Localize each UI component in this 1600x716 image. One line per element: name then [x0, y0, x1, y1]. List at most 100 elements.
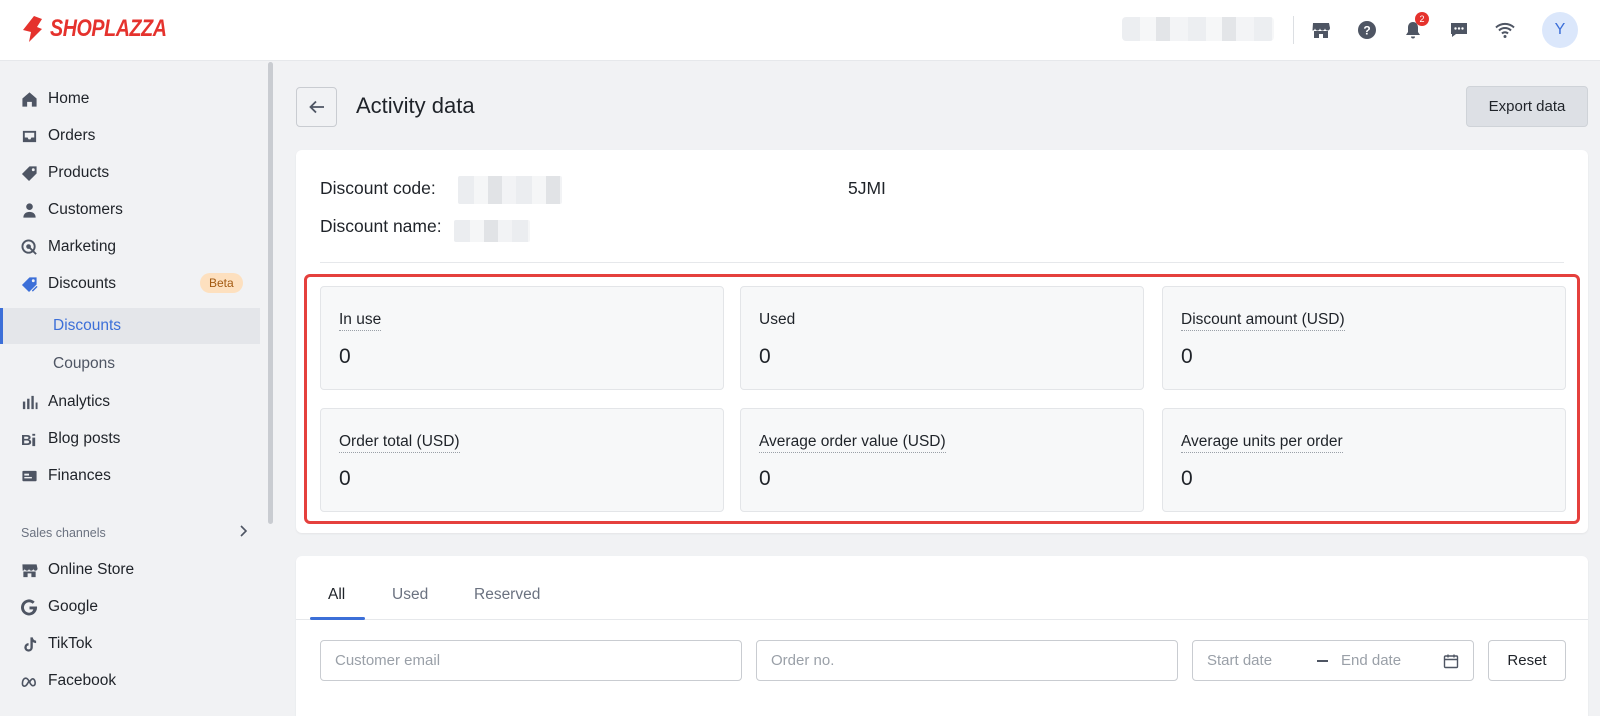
sidebar-scrollbar[interactable]	[268, 62, 273, 524]
meta-icon	[20, 672, 38, 690]
sidebar-item-label: Products	[48, 164, 110, 181]
sidebar-subitem-coupons[interactable]: Coupons	[0, 346, 260, 382]
stat-used: Used 0	[740, 286, 1144, 390]
stat-value: 0	[1181, 345, 1193, 368]
sidebar-item-label: Customers	[48, 201, 123, 218]
sidebar-item-blog-posts[interactable]: B Blog posts	[0, 421, 260, 457]
order-number-input[interactable]	[756, 640, 1178, 681]
stat-value: 0	[759, 467, 771, 490]
sidebar-channel-facebook[interactable]: Facebook	[0, 663, 260, 699]
chevron-right-icon[interactable]	[236, 524, 250, 538]
target-icon	[20, 238, 38, 256]
stat-value: 0	[1181, 467, 1193, 490]
bell-icon[interactable]: 2	[1401, 12, 1429, 42]
reset-button[interactable]: Reset	[1488, 640, 1566, 681]
bar-chart-icon	[20, 393, 38, 411]
stat-in-use: In use 0	[320, 286, 724, 390]
store-icon	[20, 561, 38, 579]
discount-code-row: Discount code:	[320, 178, 436, 199]
sidebar-subitem-label: Discounts	[53, 317, 122, 334]
stat-label: Order total (USD)	[339, 433, 460, 453]
card-divider	[320, 262, 1564, 263]
tiktok-icon	[20, 635, 38, 653]
sidebar-item-label: Finances	[48, 467, 111, 484]
person-icon	[20, 201, 38, 219]
stat-value: 0	[759, 345, 771, 368]
svg-text:?: ?	[1363, 24, 1370, 38]
stat-label: Discount amount (USD)	[1181, 311, 1345, 331]
sidebar-item-label: Home	[48, 90, 90, 107]
sidebar-item-label: Google	[48, 598, 98, 615]
sidebar-item-analytics[interactable]: Analytics	[0, 384, 260, 420]
avatar[interactable]: Y	[1542, 12, 1578, 48]
calendar-icon[interactable]	[1443, 653, 1459, 669]
sidebar-item-label: Discounts	[48, 275, 117, 292]
discount-tag-icon	[20, 275, 38, 293]
sidebar-channel-google[interactable]: Google	[0, 589, 260, 625]
sidebar-item-label: Blog posts	[48, 430, 121, 447]
sidebar-item-marketing[interactable]: Marketing	[0, 229, 260, 265]
sidebar-item-label: TikTok	[48, 635, 93, 652]
records-card: All Used Reserved Start date End date Re…	[296, 556, 1588, 716]
discount-name-redacted	[454, 220, 530, 242]
stat-label: Average order value (USD)	[759, 433, 946, 453]
stat-label: In use	[339, 311, 382, 331]
end-date-field[interactable]: End date	[1341, 652, 1401, 669]
tab-used[interactable]: Used	[392, 586, 428, 604]
sidebar-item-discounts[interactable]: Discounts Beta	[0, 266, 260, 302]
arrow-left-icon	[308, 100, 324, 114]
help-icon[interactable]: ?	[1355, 18, 1379, 42]
sidebar-subitem-label: Coupons	[53, 355, 116, 372]
brand-name: SHOPLAZZA	[50, 15, 167, 42]
beta-badge: Beta	[200, 273, 243, 293]
discount-code-value: 5JMI	[848, 178, 886, 198]
customer-email-input[interactable]	[320, 640, 742, 681]
date-range-picker[interactable]: Start date End date	[1192, 640, 1474, 681]
sidebar-item-label: Analytics	[48, 393, 111, 410]
active-indicator	[0, 308, 3, 344]
stat-value: 0	[339, 345, 351, 368]
sidebar-channel-online-store[interactable]: Online Store	[0, 552, 260, 588]
sidebar-item-orders[interactable]: Orders	[0, 118, 260, 154]
sidebar-item-label: Marketing	[48, 238, 117, 255]
sidebar-item-customers[interactable]: Customers	[0, 192, 260, 228]
stat-label: Average units per order	[1181, 433, 1343, 453]
tag-icon	[20, 164, 38, 182]
blog-icon: B	[20, 430, 38, 448]
back-button[interactable]	[296, 87, 337, 127]
stat-discount-amount: Discount amount (USD) 0	[1162, 286, 1566, 390]
message-icon[interactable]	[1447, 18, 1471, 42]
sales-channels-heading: Sales channels	[21, 526, 106, 540]
discount-code-label: Discount code:	[320, 178, 436, 198]
discount-name-row: Discount name:	[320, 216, 442, 237]
tab-reserved[interactable]: Reserved	[474, 586, 540, 604]
brand-logo[interactable]: SHOPLAZZA	[20, 15, 192, 43]
topbar-divider	[1293, 16, 1294, 44]
export-data-button[interactable]: Export data	[1466, 86, 1588, 127]
home-icon	[20, 90, 38, 108]
wifi-icon[interactable]	[1493, 18, 1517, 42]
sidebar-item-products[interactable]: Products	[0, 155, 260, 191]
inbox-icon	[20, 127, 38, 145]
top-bar: SHOPLAZZA ? 2 Y	[0, 0, 1600, 61]
discount-name-label: Discount name:	[320, 216, 442, 236]
page-title: Activity data	[356, 93, 475, 118]
range-separator	[1317, 660, 1328, 662]
shoplazza-logo-icon	[23, 16, 42, 42]
start-date-field[interactable]: Start date	[1207, 652, 1272, 669]
discount-code-redacted	[458, 176, 562, 204]
store-icon[interactable]	[1309, 18, 1333, 42]
sidebar-channel-tiktok[interactable]: TikTok	[0, 626, 260, 662]
active-tab-indicator	[310, 617, 365, 620]
svg-text:B: B	[21, 432, 32, 448]
sidebar-subitem-discounts[interactable]: Discounts	[0, 308, 260, 344]
sidebar-item-home[interactable]: Home	[0, 81, 260, 117]
store-name-redacted[interactable]	[1122, 17, 1274, 41]
finance-icon	[20, 467, 38, 485]
sidebar-item-finances[interactable]: Finances	[0, 458, 260, 494]
tab-all[interactable]: All	[328, 586, 345, 604]
stat-order-total: Order total (USD) 0	[320, 408, 724, 512]
notification-badge: 2	[1415, 12, 1429, 26]
stat-average-order-value: Average order value (USD) 0	[740, 408, 1144, 512]
sidebar-item-label: Online Store	[48, 561, 135, 578]
